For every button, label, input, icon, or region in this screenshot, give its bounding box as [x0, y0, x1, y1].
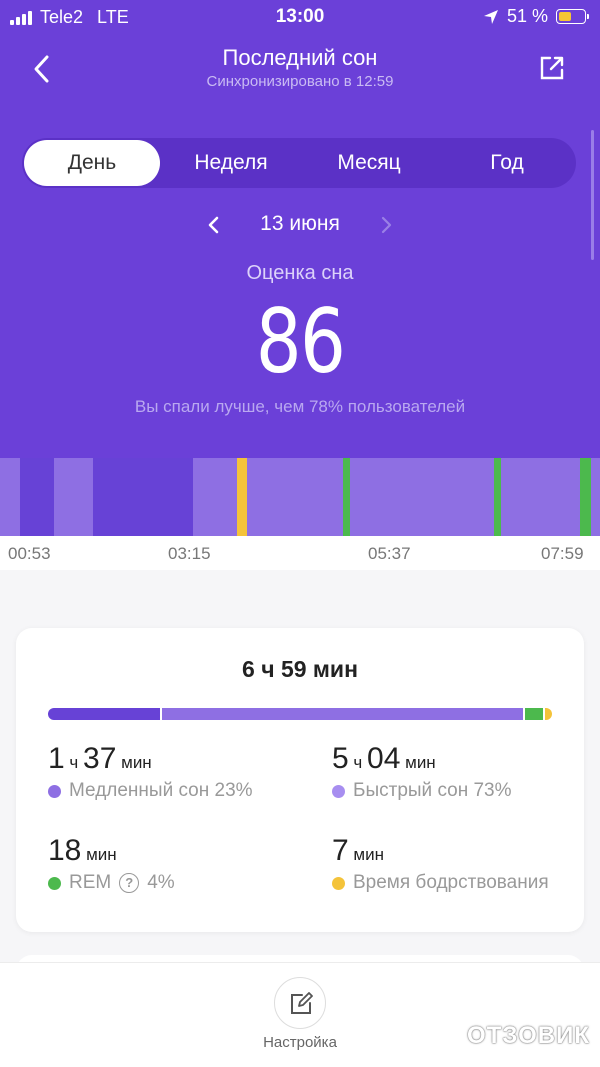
timeline-segment-deep: [19, 458, 54, 536]
tab-year[interactable]: Год: [438, 138, 576, 188]
light-sleep-dot: [332, 784, 345, 798]
rem-label: REM: [69, 872, 112, 893]
next-date-chevron-icon[interactable]: [376, 214, 396, 236]
sleep-score-value: 86: [255, 290, 346, 393]
sleep-timeline[interactable]: [0, 458, 600, 536]
battery-icon: [556, 9, 589, 24]
deep-hours: 1: [48, 742, 65, 775]
status-bar: Tele2 LTE 13:00 51 %: [0, 0, 600, 34]
settings-button[interactable]: [274, 977, 326, 1029]
timeline-segment-rem: [580, 458, 591, 536]
timeline-segment-rem: [343, 458, 350, 536]
timeline-segment-light: [247, 458, 344, 536]
page-title: Последний сон: [222, 45, 378, 70]
rem-dot: [48, 876, 61, 890]
timeline-segment-light: [54, 458, 93, 536]
timeline-segment-rem: [493, 458, 501, 536]
timeline-segment-light: [349, 458, 494, 536]
light-sleep-label: Быстрый сон 73%: [353, 780, 512, 801]
awake-minutes-unit: мин: [353, 845, 384, 864]
timeline-segment-deep: [93, 458, 194, 536]
help-icon[interactable]: ?: [119, 873, 140, 893]
deep-hours-unit: ч: [69, 753, 79, 772]
deep-minutes-unit: мин: [121, 753, 152, 772]
sleep-score-label: Оценка сна: [246, 262, 354, 284]
light-sleep-stat: 5 ч 04 мин Быстрый сон 73%: [332, 742, 512, 802]
axis-tick: 07:59: [541, 544, 584, 563]
timeline-segment-awake: [237, 458, 248, 536]
light-minutes: 04: [367, 742, 401, 775]
timeline-segment-light: [0, 458, 20, 536]
stage-bar-deep: [48, 708, 163, 720]
current-date: 13 июня: [260, 212, 340, 235]
axis-tick: 00:53: [8, 544, 51, 563]
tab-week[interactable]: Неделя: [162, 138, 300, 188]
deep-minutes: 37: [83, 742, 117, 775]
timeline-axis: 00:53 03:15 05:37 07:59: [0, 536, 600, 570]
sleep-stages-bar: [48, 708, 552, 720]
battery-percent: 51 %: [506, 6, 548, 26]
share-icon[interactable]: [536, 52, 568, 84]
rem-percent: 4%: [147, 872, 175, 893]
total-sleep-duration: 6 ч 59 мин: [242, 656, 358, 682]
awake-label: Время бодрствования: [353, 872, 549, 893]
rem-minutes: 18: [48, 834, 82, 867]
bottom-bar: Настройка: [0, 962, 600, 1067]
edit-icon: [291, 992, 313, 1014]
scrollbar[interactable]: [591, 130, 594, 260]
date-navigator: 13 июня: [0, 208, 600, 242]
deep-sleep-stat: 1 ч 37 мин Медленный сон 23%: [48, 742, 253, 802]
header-area: Tele2 LTE 13:00 51 % Последний сон Синхр…: [0, 0, 600, 458]
rem-minutes-unit: мин: [86, 845, 117, 864]
stage-bar-awake: [544, 708, 552, 720]
sleep-score-description: Вы спали лучше, чем 78% пользователей: [134, 397, 466, 416]
deep-sleep-label: Медленный сон 23%: [69, 780, 253, 801]
period-tabs: День Неделя Месяц Год: [22, 138, 576, 188]
stage-bar-light: [162, 708, 525, 720]
light-minutes-unit: мин: [405, 753, 436, 772]
awake-minutes: 7: [332, 834, 349, 867]
light-hours-unit: ч: [353, 753, 363, 772]
sleep-summary-card: 6 ч 59 мин 1 ч 37 мин Медленный сон 23% …: [16, 628, 584, 932]
axis-tick: 05:37: [368, 544, 411, 563]
awake-dot: [332, 876, 345, 890]
tab-month[interactable]: Месяц: [300, 138, 438, 188]
timeline-segment-light: [193, 458, 237, 536]
timeline-segment-light: [591, 458, 600, 536]
stage-bar-rem: [524, 708, 545, 720]
deep-sleep-dot: [48, 784, 61, 798]
tab-day[interactable]: День: [24, 140, 160, 186]
light-hours: 5: [332, 742, 349, 775]
location-arrow-icon: [483, 9, 498, 24]
sync-status: Синхронизировано в 12:59: [206, 73, 394, 90]
axis-tick: 03:15: [168, 544, 211, 563]
watermark: ОТЗОВИК: [467, 1022, 590, 1049]
timeline-segment-light: [501, 458, 581, 536]
rem-stat: 18 мин REM? 4%: [48, 834, 175, 894]
awake-stat: 7 мин Время бодрствования: [332, 834, 549, 894]
